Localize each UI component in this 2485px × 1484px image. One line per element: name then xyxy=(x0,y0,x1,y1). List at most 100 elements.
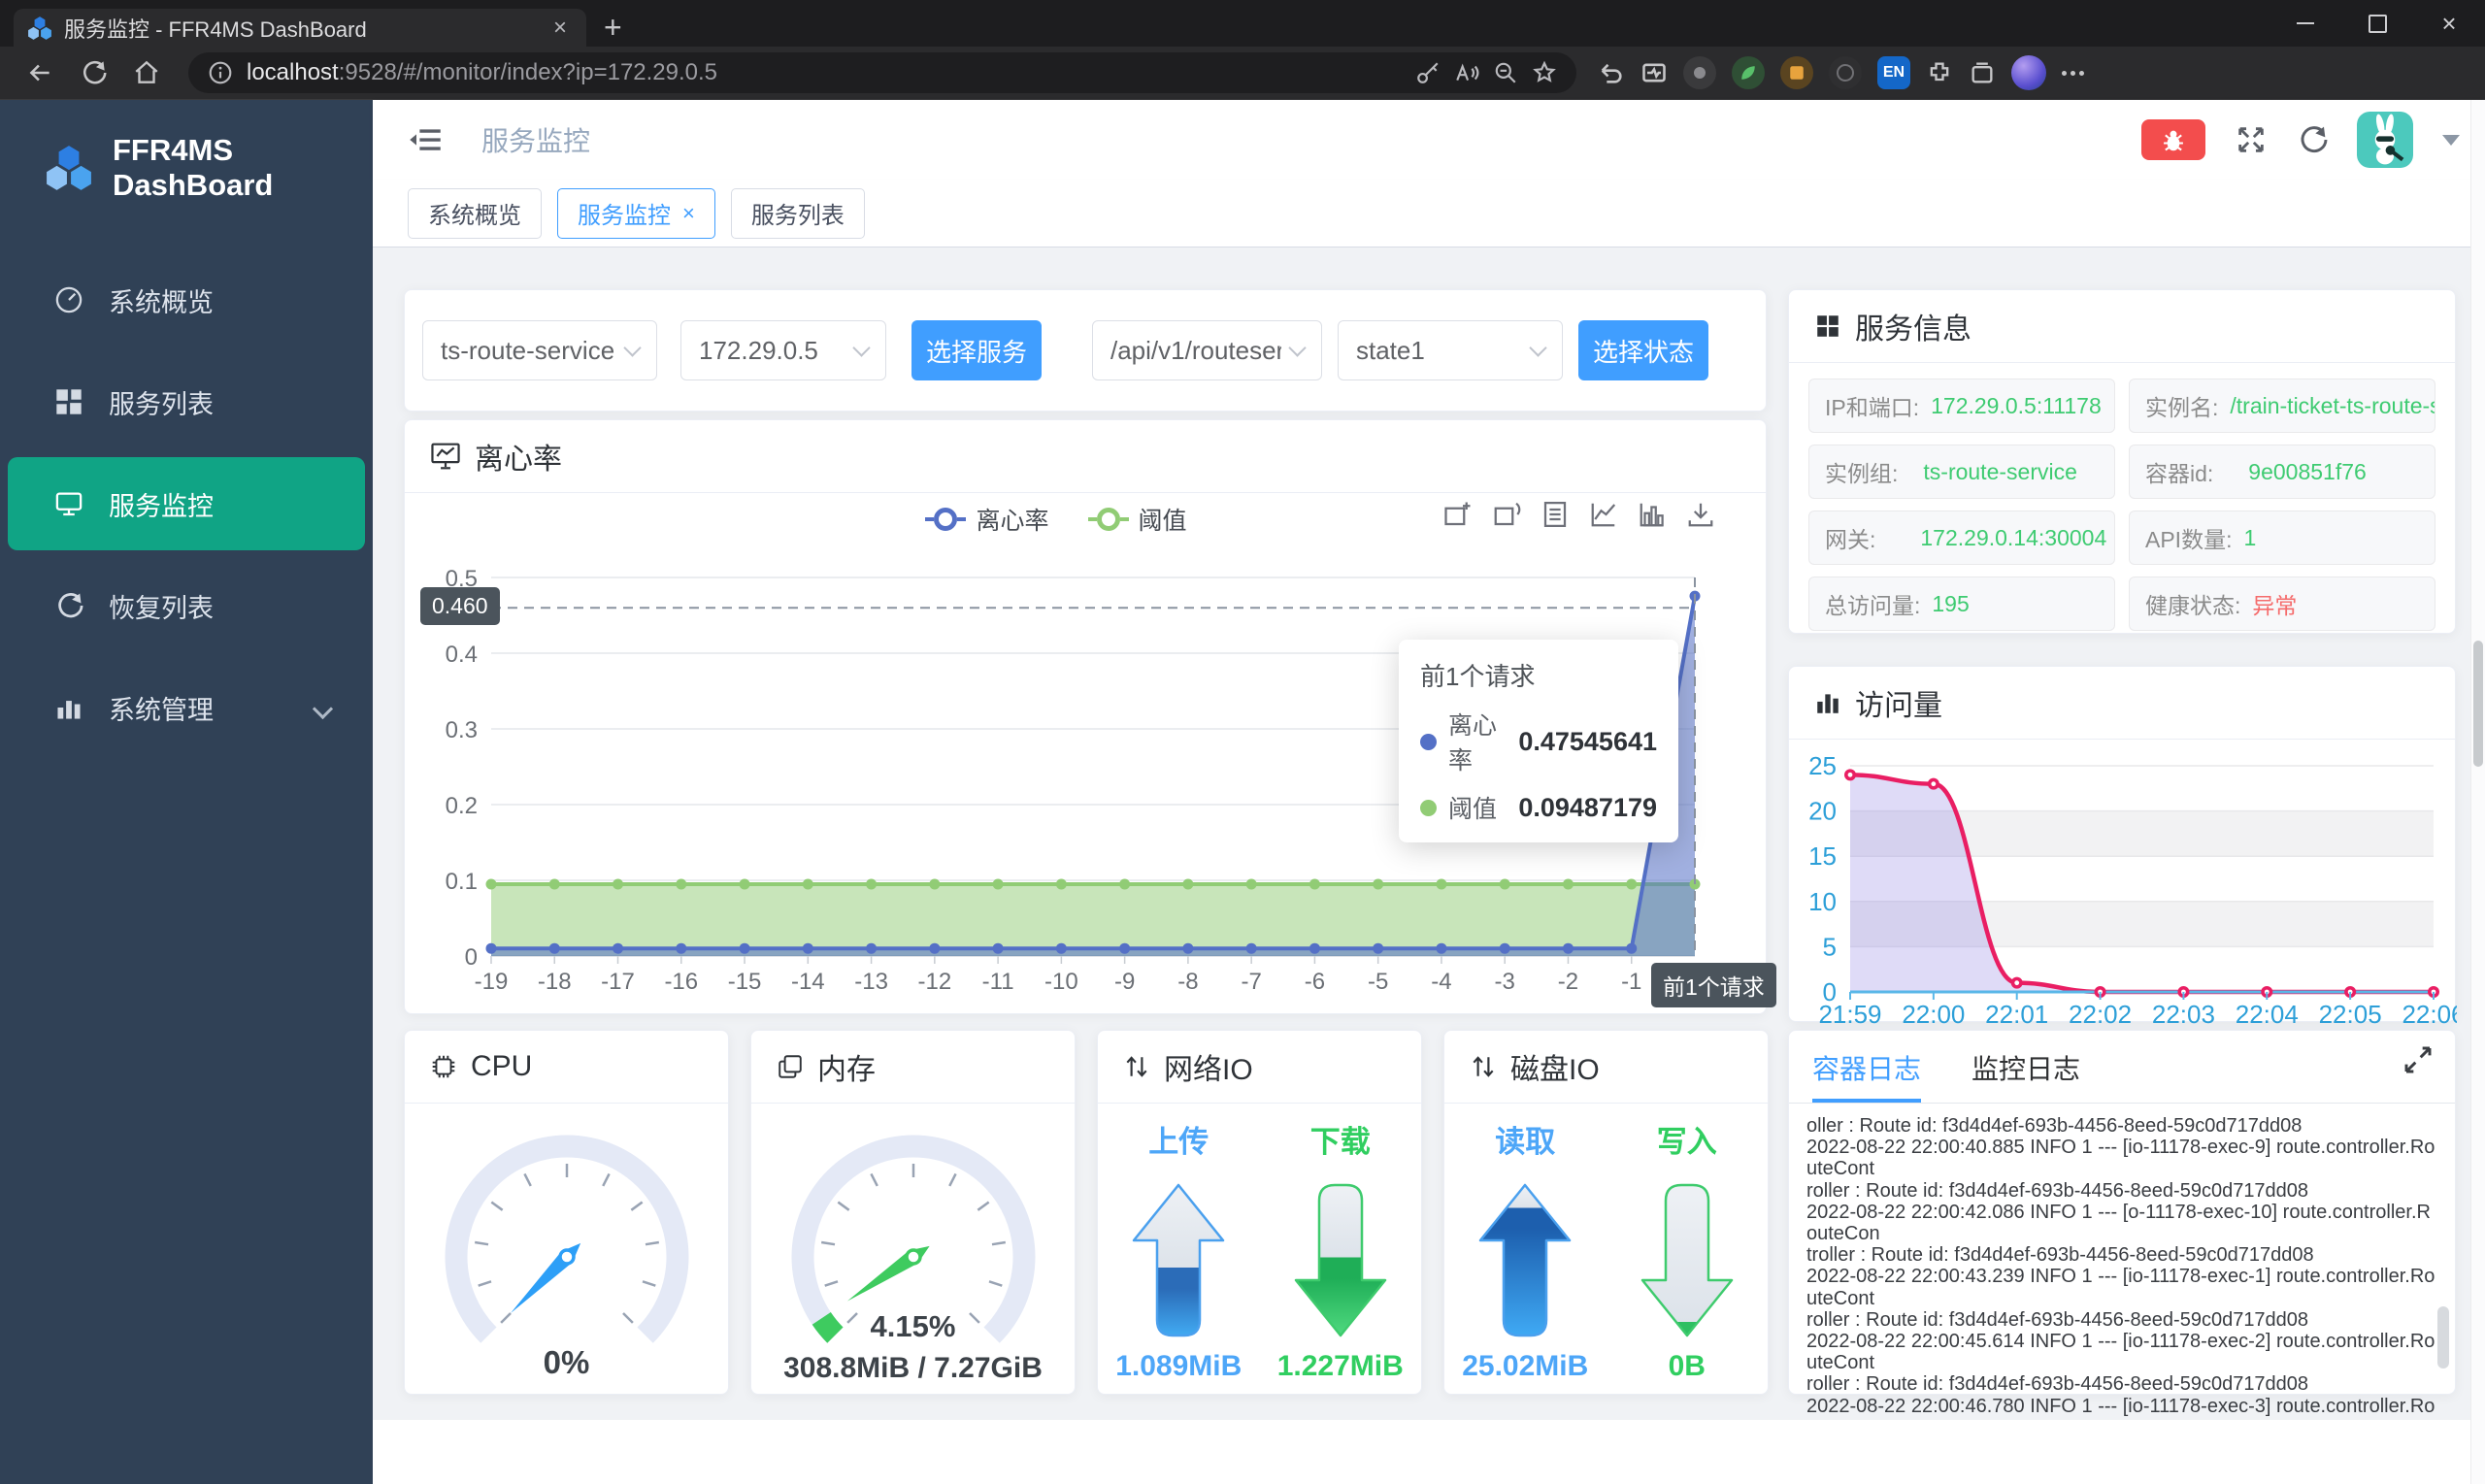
service-select[interactable]: ts-route-service xyxy=(422,320,657,380)
screen: 服务监控 - FFR4MS DashBoard × + × localhost:… xyxy=(0,0,2485,1484)
svg-text:0.4: 0.4 xyxy=(446,642,478,668)
password-key-icon[interactable] xyxy=(1415,60,1441,85)
sidebar-toggle-icon[interactable] xyxy=(408,122,443,157)
collections-icon[interactable] xyxy=(1969,59,1996,86)
card-title: 网络IO xyxy=(1164,1054,1253,1086)
main-content: ts-route-service 172.29.0.5 选择服务 /api/v1… xyxy=(373,247,2485,1484)
tab-close-icon[interactable]: × xyxy=(547,15,573,42)
info-instance-name: 实例名:/train-ticket-ts-route-service-1 xyxy=(2129,379,2435,433)
state-select[interactable]: state1 xyxy=(1338,320,1563,380)
extension-icon[interactable] xyxy=(1829,56,1862,89)
log-line: roller : Route id: f3d4d4ef-693b-4456-8e… xyxy=(1806,1179,2309,1202)
cpu-card: CPU 0% xyxy=(404,1030,729,1395)
svg-text:-11: -11 xyxy=(982,969,1014,995)
select-caret-icon xyxy=(852,338,871,357)
page-scrollbar[interactable] xyxy=(2470,100,2485,1484)
fullscreen-icon[interactable] xyxy=(2235,123,2268,156)
ip-select[interactable]: 172.29.0.5 xyxy=(680,320,886,380)
url-text[interactable]: localhost:9528/#/monitor/index?ip=172.29… xyxy=(247,59,1402,86)
browser-profile-avatar[interactable] xyxy=(2011,55,2046,90)
toolbox-line-chart-icon[interactable] xyxy=(1589,500,1618,529)
zoom-out-icon[interactable] xyxy=(1493,60,1518,85)
log-scrollbar-thumb[interactable] xyxy=(2437,1306,2449,1369)
window-maximize-button[interactable] xyxy=(2341,0,2413,47)
sidebar-item-recovery-list[interactable]: 恢复列表 xyxy=(0,559,373,652)
sidebar-item-service-monitor[interactable]: 服务监控 xyxy=(8,457,365,550)
user-avatar[interactable] xyxy=(2357,112,2413,168)
tag-overview[interactable]: 系统概览 xyxy=(408,187,542,239)
toolbox-dataview-icon[interactable] xyxy=(1541,500,1570,529)
bar-chart-icon xyxy=(54,693,83,722)
home-icon[interactable] xyxy=(132,58,161,87)
undo-icon[interactable] xyxy=(1598,59,1625,86)
site-info-icon[interactable] xyxy=(208,60,233,85)
favorites-star-icon[interactable] xyxy=(1532,60,1557,85)
svg-text:22:00: 22:00 xyxy=(1902,1000,1965,1024)
window-close-button[interactable]: × xyxy=(2413,0,2485,47)
legend-item-threshold[interactable]: 阈值 xyxy=(1087,502,1187,537)
address-bar[interactable]: localhost:9528/#/monitor/index?ip=172.29… xyxy=(188,52,1576,93)
svg-text:0.2: 0.2 xyxy=(446,793,478,819)
log-line: 2022-08-22 22:00:45.614 INFO 1 --- [io-1… xyxy=(1806,1331,2435,1374)
svg-text:-14: -14 xyxy=(791,969,825,995)
refresh-icon[interactable] xyxy=(80,59,107,86)
card-title: 访问量 xyxy=(1855,690,1942,722)
upload-arrow-icon xyxy=(1133,1183,1225,1337)
favicon-cubes-icon xyxy=(27,16,52,41)
expand-icon[interactable] xyxy=(2402,1044,2434,1075)
page-refresh-icon[interactable] xyxy=(2297,124,2328,155)
svg-text:10: 10 xyxy=(1808,887,1837,916)
gauge-icon xyxy=(54,285,83,314)
sidebar-item-overview[interactable]: 系统概览 xyxy=(0,253,373,346)
translate-en-badge[interactable]: EN xyxy=(1877,56,1910,89)
breadcrumb[interactable]: 服务监控 xyxy=(481,120,590,159)
new-tab-button[interactable]: + xyxy=(604,12,622,43)
svg-text:5: 5 xyxy=(1823,932,1837,961)
extension-book-icon[interactable] xyxy=(1780,56,1813,89)
card-title: 内存 xyxy=(817,1054,876,1086)
svg-text:22:06: 22:06 xyxy=(2402,1000,2457,1024)
scrollbar-thumb[interactable] xyxy=(2473,641,2483,767)
browser-tab[interactable]: 服务监控 - FFR4MS DashBoard × xyxy=(14,9,586,47)
tag-service-monitor[interactable]: 服务监控 × xyxy=(557,187,715,239)
tag-service-list[interactable]: 服务列表 xyxy=(730,187,865,239)
select-state-button[interactable]: 选择状态 xyxy=(1578,320,1708,380)
tag-close-icon[interactable]: × xyxy=(682,201,695,226)
toolbox-bar-chart-icon[interactable] xyxy=(1638,500,1667,529)
window-minimize-button[interactable] xyxy=(2270,0,2341,47)
info-instance-group: 实例组: ts-route-service xyxy=(1808,445,2115,499)
select-service-button[interactable]: 选择服务 xyxy=(911,320,1042,380)
squares-icon xyxy=(1814,313,1841,340)
svg-text:-10: -10 xyxy=(1044,969,1078,995)
browser-menu-icon[interactable] xyxy=(2062,70,2084,76)
read-aloud-icon[interactable] xyxy=(1454,60,1479,85)
app-logo[interactable]: FFR4MS DashBoard xyxy=(0,100,373,203)
avatar-caret-icon[interactable] xyxy=(2442,134,2460,146)
tab-monitor-logs[interactable]: 监控日志 xyxy=(1971,1048,2080,1103)
extension-leaf-icon[interactable] xyxy=(1732,56,1765,89)
extensions-puzzle-icon[interactable] xyxy=(1926,59,1953,86)
legend-item-eccentricity[interactable]: 离心率 xyxy=(925,502,1049,537)
sidebar-item-system-admin[interactable]: 系统管理 xyxy=(0,661,373,754)
visits-chart[interactable]: 051015202521:59 22:00 22:01 22:02 22:03 22:04… xyxy=(1789,740,2457,1024)
browser-essentials-icon[interactable] xyxy=(1640,59,1668,86)
back-icon[interactable] xyxy=(25,58,54,87)
svg-text:-9: -9 xyxy=(1114,969,1135,995)
toolbox-download-icon[interactable] xyxy=(1686,500,1715,529)
svg-text:-7: -7 xyxy=(1241,969,1261,995)
api-select[interactable]: /api/v1/routeservic xyxy=(1092,320,1322,380)
toolbox-restore-icon[interactable] xyxy=(1492,500,1521,529)
sidebar-item-service-list[interactable]: 服务列表 xyxy=(0,355,373,448)
extension-icon[interactable] xyxy=(1683,56,1716,89)
memory-gauge: 4.15% 308.8MiB / 7.27GiB xyxy=(751,1104,1075,1395)
network-download: 下载 1.227MiB xyxy=(1276,1125,1404,1382)
tab-container-logs[interactable]: 容器日志 xyxy=(1812,1048,1922,1103)
cpu-value: 0% xyxy=(543,1344,590,1380)
tooltip-row: 阈值 0.09487179 xyxy=(1420,790,1657,825)
eccentricity-chart[interactable]: 离心率 阈值 0 0.1 0.2 0.3 0.4 0.5 -19 -18 -17 -16 -15 -1… xyxy=(405,492,1776,1013)
series-dot-icon xyxy=(1420,733,1437,750)
bug-report-button[interactable] xyxy=(2141,119,2205,160)
y-axis-pointer-label: 0.460 xyxy=(420,587,500,625)
chart-toolbox xyxy=(1443,500,1715,529)
toolbox-datazoom-icon[interactable] xyxy=(1443,500,1473,529)
